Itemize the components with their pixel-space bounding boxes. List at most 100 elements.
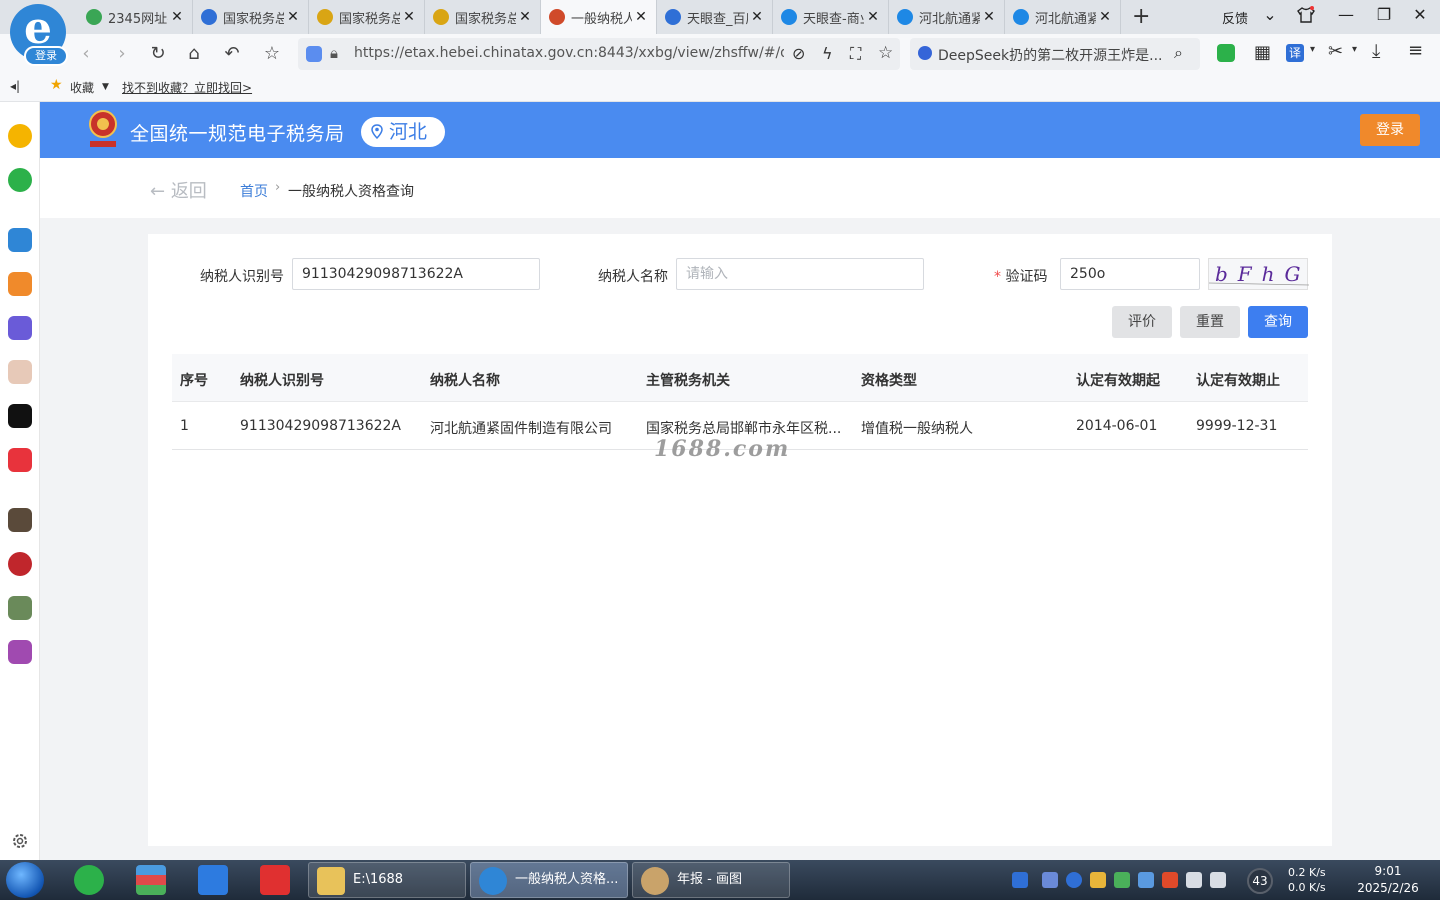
close-icon[interactable]: ✕ bbox=[1096, 9, 1114, 25]
speed-mode-icon[interactable]: ⊘ bbox=[792, 44, 805, 63]
gamepad-icon[interactable] bbox=[8, 316, 32, 340]
download-icon[interactable]: ⤓ bbox=[1372, 40, 1380, 62]
taxpayer-id-input[interactable]: 91130429098713622A bbox=[292, 258, 540, 290]
tray-app-icon[interactable] bbox=[1090, 872, 1106, 888]
game-dragon2-icon[interactable] bbox=[8, 640, 32, 664]
refresh-icon[interactable]: ↻ bbox=[146, 42, 170, 66]
back-link[interactable]: ← 返回 bbox=[150, 177, 207, 203]
wechat-ext-icon[interactable] bbox=[1217, 44, 1235, 62]
settings-gear-icon[interactable] bbox=[11, 832, 29, 850]
chevron-down-icon[interactable]: ⌄ bbox=[1258, 5, 1282, 29]
reset-button[interactable]: 重置 bbox=[1180, 306, 1240, 338]
tools-icon[interactable] bbox=[8, 272, 32, 296]
tab-chinatax-2[interactable]: 国家税务总局 ✕ bbox=[309, 0, 425, 34]
taskbar-item-explorer[interactable]: E:\1688 bbox=[308, 862, 466, 898]
winrar-icon[interactable] bbox=[136, 865, 166, 895]
lightning-icon[interactable]: ϟ bbox=[822, 44, 833, 63]
close-icon[interactable]: ✕ bbox=[400, 9, 418, 25]
undo-icon[interactable]: ↶ bbox=[220, 42, 244, 66]
network-icon[interactable] bbox=[1186, 872, 1202, 888]
url-text[interactable]: https://etax.hebei.chinatax.gov.cn:8443/… bbox=[354, 45, 784, 61]
history-clock-icon[interactable] bbox=[8, 168, 32, 192]
menu-icon[interactable]: ≡ bbox=[1408, 40, 1423, 61]
close-icon[interactable]: ✕ bbox=[632, 9, 650, 25]
tab-tianyancha-baidu[interactable]: 天眼查_百度 ✕ bbox=[657, 0, 773, 34]
close-icon[interactable]: ✕ bbox=[284, 9, 302, 25]
close-icon[interactable]: ✕ bbox=[980, 9, 998, 25]
xiaohongshu-icon[interactable] bbox=[8, 448, 32, 472]
favorites-menu[interactable]: 收藏 bbox=[70, 79, 94, 96]
tab-2345[interactable]: 2345网址导航 ✕ bbox=[78, 0, 193, 34]
wps-icon[interactable] bbox=[260, 865, 290, 895]
captcha-image[interactable]: bFhG bbox=[1208, 258, 1310, 290]
new-tab-button[interactable]: + bbox=[1132, 4, 1150, 29]
tray-app-icon[interactable] bbox=[1162, 872, 1178, 888]
minimize-button[interactable]: — bbox=[1334, 5, 1358, 29]
site-login-button[interactable]: 登录 bbox=[1360, 114, 1420, 146]
status-badge[interactable]: 43 bbox=[1247, 868, 1273, 894]
wechat-icon[interactable] bbox=[74, 865, 104, 895]
window-close-button[interactable]: ✕ bbox=[1408, 5, 1432, 29]
security-shield-icon[interactable] bbox=[1066, 872, 1082, 888]
volume-muted-icon[interactable] bbox=[1210, 872, 1226, 888]
taskbar-item-paint[interactable]: 年报 - 画图 bbox=[632, 862, 790, 898]
tab-hebei-hangtong-2[interactable]: 河北航通紧固件 ✕ bbox=[1005, 0, 1121, 34]
apps-grid-icon[interactable]: ▦ bbox=[1254, 42, 1271, 63]
usb-icon[interactable] bbox=[1042, 872, 1058, 888]
start-button[interactable] bbox=[6, 862, 44, 898]
recover-favorites-link[interactable]: 找不到收藏？立即找回> bbox=[122, 79, 252, 96]
address-bar[interactable]: 🔒︎ https://etax.hebei.chinatax.gov.cn:84… bbox=[298, 38, 900, 70]
browser-account-login[interactable]: 登录 bbox=[24, 46, 68, 66]
bookmark-star-icon[interactable]: ☆ bbox=[878, 43, 893, 63]
required-asterisk: * bbox=[994, 269, 1001, 285]
translate-icon[interactable]: 译 bbox=[1286, 44, 1304, 62]
close-icon[interactable]: ✕ bbox=[864, 9, 882, 25]
tab-chinatax-3[interactable]: 国家税务总局 ✕ bbox=[425, 0, 541, 34]
feedback-link[interactable]: 反馈 bbox=[1222, 8, 1248, 27]
toolbox-icon[interactable] bbox=[8, 228, 32, 252]
captcha-input[interactable]: 250o bbox=[1060, 258, 1200, 290]
favorites-icon[interactable] bbox=[8, 124, 32, 148]
game-orb-icon[interactable] bbox=[8, 552, 32, 576]
tray-app-icon[interactable] bbox=[1138, 872, 1154, 888]
restore-button[interactable]: ❐ bbox=[1372, 5, 1396, 29]
province-selector[interactable]: 河北 bbox=[361, 117, 445, 147]
sidebar-toggle-icon[interactable]: ◂| bbox=[10, 79, 20, 93]
tab-chinatax-1[interactable]: 国家税务总局 ✕ bbox=[193, 0, 309, 34]
search-box[interactable]: DeepSeek扔的第二枚开源王炸是... ⌕ bbox=[910, 38, 1200, 70]
browser-logo[interactable]: e 登录 bbox=[10, 4, 68, 66]
scissors-icon[interactable]: ✂ bbox=[1328, 41, 1343, 62]
search-query-text[interactable]: DeepSeek扔的第二枚开源王炸是... bbox=[938, 45, 1163, 65]
shirt-skin-icon[interactable] bbox=[1294, 5, 1318, 29]
system-clock[interactable]: 9:01 2025/2/26 bbox=[1355, 863, 1421, 897]
taskbar-item-browser[interactable]: 一般纳税人资格... bbox=[470, 862, 628, 898]
screenshot-icon[interactable]: ⛶ bbox=[850, 44, 861, 64]
tab-tianyancha[interactable]: 天眼查-商业 ✕ bbox=[773, 0, 889, 34]
close-icon[interactable]: ✕ bbox=[168, 9, 186, 25]
chevron-down-icon[interactable]: ▾ bbox=[1352, 44, 1357, 55]
query-button[interactable]: 查询 bbox=[1248, 306, 1308, 338]
close-icon[interactable]: ✕ bbox=[748, 9, 766, 25]
forward-arrow-icon[interactable]: › bbox=[110, 42, 134, 66]
home-icon[interactable]: ⌂ bbox=[182, 42, 206, 66]
messenger-icon[interactable] bbox=[198, 865, 228, 895]
breadcrumb-home[interactable]: 首页 bbox=[240, 181, 268, 201]
tiktok-icon[interactable] bbox=[8, 404, 32, 428]
tab-hebei-hangtong-1[interactable]: 河北航通紧固件 ✕ bbox=[889, 0, 1005, 34]
tray-app-icon[interactable] bbox=[1114, 872, 1130, 888]
chevron-down-icon[interactable]: ▼ bbox=[102, 82, 109, 92]
tab-taxpayer-query[interactable]: 一般纳税人资格查询 ✕ bbox=[541, 0, 657, 34]
game-character-icon[interactable] bbox=[8, 596, 32, 620]
back-arrow-icon[interactable]: ‹ bbox=[74, 42, 98, 66]
chevron-down-icon[interactable]: ▾ bbox=[1310, 44, 1315, 55]
avatar-app-icon[interactable] bbox=[8, 360, 32, 384]
game-dragon-icon[interactable] bbox=[8, 508, 32, 532]
close-icon[interactable]: ✕ bbox=[516, 9, 534, 25]
favorites-star-icon[interactable]: ☆ bbox=[260, 42, 284, 66]
input-method-icon[interactable] bbox=[1012, 872, 1028, 888]
evaluate-button[interactable]: 评价 bbox=[1112, 306, 1172, 338]
taxpayer-name-input[interactable]: 请输入 bbox=[676, 258, 924, 290]
site-title: 全国统一规范电子税务局 bbox=[130, 123, 345, 145]
clock-time: 9:01 bbox=[1374, 864, 1402, 878]
search-icon[interactable]: ⌕ bbox=[1174, 43, 1183, 63]
